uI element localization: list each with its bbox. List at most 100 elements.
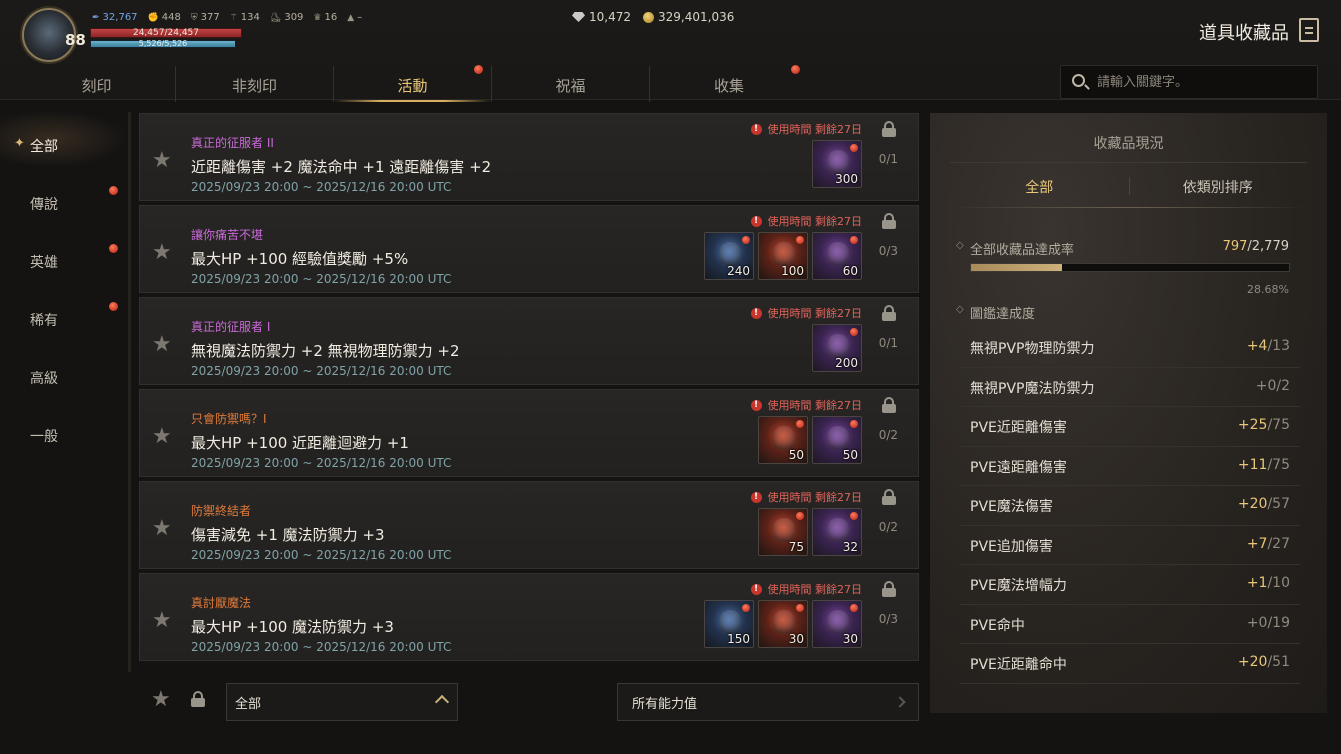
lock-filter-icon[interactable] [191,691,205,707]
collection-card[interactable]: ★ 真正的征服者 II 近距離傷害 +2 魔法命中 +1 遠距離傷害 +2 2025/… [139,113,919,201]
red-item-icon [773,426,795,450]
collection-card[interactable]: ★ 只會防禦嗎？I 最大HP +100 近距離迴避力 +1 2025/09/23 20… [139,389,919,477]
favorite-star-icon[interactable]: ★ [152,240,172,265]
collection-list[interactable]: ★ 真正的征服者 II 近距離傷害 +2 魔法命中 +1 遠距離傷害 +2 2025/… [139,113,919,671]
diamond-amount: 10,472 [589,10,631,24]
bonus-row[interactable]: 無視PVP物理防禦力 +4/13 [960,328,1300,368]
collection-book-icon[interactable] [1299,18,1319,42]
tab-2[interactable]: 活動 [334,65,492,102]
collection-progress: 0/2 [878,428,898,442]
wand-icon: ⚚ [229,12,238,23]
item-slot[interactable]: 30 [812,600,862,648]
search-box[interactable] [1060,65,1318,99]
bonus-value: +11/75 [1238,457,1290,473]
lock-icon[interactable] [882,213,896,229]
collection-card[interactable]: ★ 真討厭魔法 最大HP +100 魔法防禦力 +3 2025/09/23 20:00… [139,573,919,661]
favorite-star-icon[interactable]: ★ [152,608,172,633]
player-stat-value: 16 [324,12,338,23]
category-item[interactable]: 傳說 [0,168,128,226]
notification-dot-icon [109,302,118,311]
item-slot[interactable]: 100 [758,232,808,280]
notification-dot-icon [742,604,750,612]
diamond-currency[interactable]: 10,472 [572,10,631,24]
favorite-star-icon[interactable]: ★ [152,516,172,541]
player-stat: ✊ 448 [148,12,181,23]
lock-icon[interactable] [882,305,896,321]
notification-dot-icon [742,236,750,244]
lock-icon[interactable] [882,581,896,597]
item-slot[interactable]: 200 [812,324,862,372]
lock-icon[interactable] [882,489,896,505]
required-items: 150 30 30 [704,600,862,648]
bonus-row[interactable]: PVE遠距離傷害 +11/75 [960,447,1300,486]
feather-icon: ✒ [92,12,100,23]
bonus-max: /10 [1267,575,1290,591]
bonus-max: /75 [1267,417,1290,433]
collection-card[interactable]: ★ 讓你痛苦不堪 最大HP +100 經驗值獎勵 +5% 2025/09/23 20:… [139,205,919,293]
item-slot[interactable]: 50 [812,416,862,464]
lock-body [882,496,896,505]
collection-effect: 最大HP +100 經驗值獎勵 +5% [191,250,409,268]
time-remaining: ! 使用時間 剩餘27日 [750,489,862,505]
gold-currency[interactable]: 329,401,036 [643,10,734,24]
category-label: 高級 [30,371,58,387]
item-slot[interactable]: 150 [704,600,754,648]
tab-4[interactable]: 收集 [650,65,808,102]
grade-filter-value: 全部 [235,697,262,712]
tab-0[interactable]: 刻印 [18,66,176,102]
bonus-stat-list[interactable]: 無視PVP物理防禦力 +4/13 無視PVP魔法防禦力 +0/2 PVE近距離傷害 +25… [960,328,1300,684]
bonus-current: +0 [1255,377,1277,394]
bonus-row[interactable]: PVE命中 +0/19 [960,605,1300,644]
item-slot[interactable]: 50 [758,416,808,464]
search-icon[interactable] [1072,74,1085,87]
category-item[interactable]: 稀有 [0,284,128,342]
category-item[interactable]: 高級 [0,342,128,400]
all-stats-button[interactable]: 所有能力值 [617,683,919,721]
category-item[interactable]: ✦ 全部 [0,110,128,168]
bonus-label: PVE魔法傷害 [970,499,1053,515]
collection-period: 2025/09/23 20:00 ~ 2025/12/16 20:00 UTC [191,548,452,562]
collection-card[interactable]: ★ 防禦終結者 傷害減免 +1 魔法防禦力 +3 2025/09/23 20:00 ~… [139,481,919,569]
collection-progress: 0/3 [878,612,898,626]
warning-icon: ! [750,123,762,135]
item-slot[interactable]: 32 [812,508,862,556]
category-scrollbar[interactable] [128,112,131,672]
player-stat-value: – [357,12,363,23]
item-slot[interactable]: 60 [812,232,862,280]
collection-period: 2025/09/23 20:00 ~ 2025/12/16 20:00 UTC [191,272,452,286]
item-slot[interactable]: 300 [812,140,862,188]
favorite-star-icon[interactable]: ★ [152,424,172,449]
category-item[interactable]: 一般 [0,400,128,458]
tab-3[interactable]: 祝福 [492,66,650,102]
item-quantity: 75 [788,540,804,554]
status-tab-1[interactable]: 依類別排序 [1128,165,1308,207]
grade-filter-dropdown[interactable]: 全部 [226,683,458,721]
category-item[interactable]: 英雄 [0,226,128,284]
divider [950,207,1307,208]
main-tabs: 刻印 非刻印 活動 祝福 收集 [18,65,810,102]
bonus-label: 無視PVP物理防禦力 [970,341,1095,357]
bonus-row[interactable]: PVE魔法傷害 +20/57 [960,486,1300,526]
favorite-star-icon[interactable]: ★ [152,148,172,173]
favorite-filter-star-icon[interactable]: ★ [151,687,171,712]
time-remaining-text: 使用時間 剩餘27日 [767,399,863,412]
top-bar: 88 ✒ 32,767 ✊ 448 ⛨ 377 ⚚ 134 ⛸ 309 ♛ 16 ▲ – 24,457/2… [0,0,1341,102]
player-stat: ⚚ 134 [230,12,260,23]
item-slot[interactable]: 240 [704,232,754,280]
search-input[interactable] [1097,66,1307,98]
bonus-row[interactable]: PVE近距離傷害 +25/75 [960,407,1300,447]
item-slot[interactable]: 30 [758,600,808,648]
bonus-label: PVE魔法增幅力 [970,578,1067,594]
tab-1[interactable]: 非刻印 [176,66,334,102]
favorite-star-icon[interactable]: ★ [152,332,172,357]
item-slot[interactable]: 75 [758,508,808,556]
notification-dot-icon [796,236,804,244]
lock-icon[interactable] [882,121,896,137]
collection-card[interactable]: ★ 真正的征服者 I 無視魔法防禦力 +2 無視物理防禦力 +2 2025/09/23… [139,297,919,385]
bonus-row[interactable]: PVE追加傷害 +7/27 [960,526,1300,565]
bonus-row[interactable]: PVE近距離命中 +20/51 [960,644,1300,684]
lock-icon[interactable] [882,397,896,413]
bonus-row[interactable]: 無視PVP魔法防禦力 +0/2 [960,368,1300,407]
status-tab-0[interactable]: 全部 [950,165,1129,207]
bonus-row[interactable]: PVE魔法增幅力 +1/10 [960,565,1300,605]
